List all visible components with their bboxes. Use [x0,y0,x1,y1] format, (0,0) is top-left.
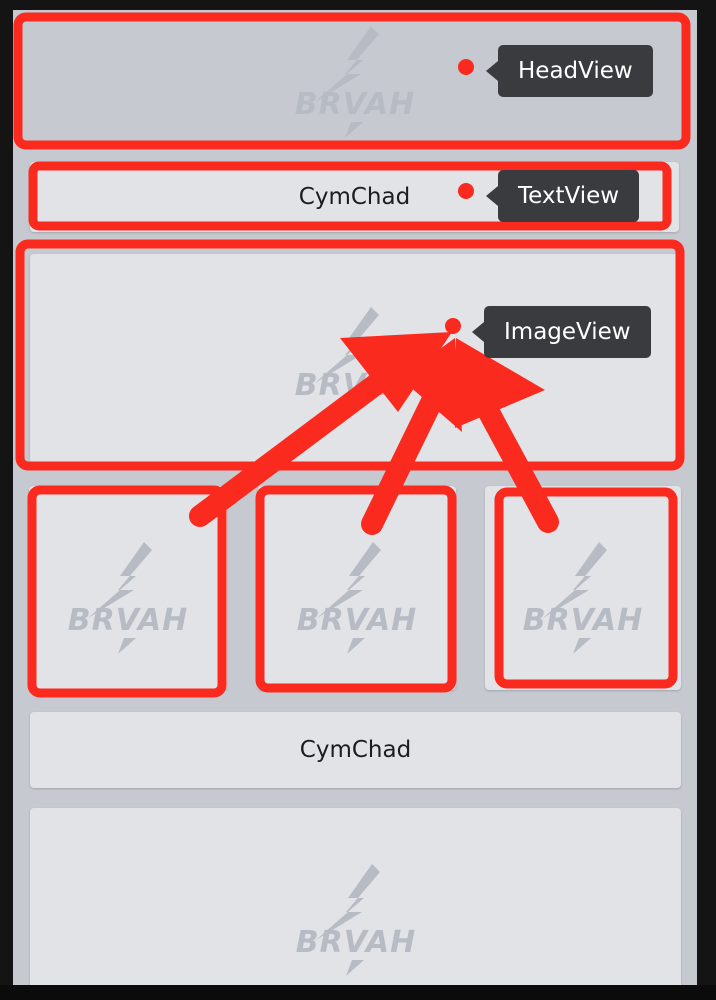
brvah-logo-text: BRVAH [295,925,415,960]
brvah-logo-text: BRVAH [68,603,188,638]
brvah-logo-text: BRVAH [295,87,415,122]
grid-image-item[interactable]: BRVAH [258,486,456,690]
grid-image-item[interactable]: BRVAH [485,486,681,690]
phone-screen: BRVAH CymChad BRVAH BRVAH BRVAH BRVAH Cy… [13,10,697,985]
text-view-label: CymChad [299,737,412,763]
brvah-logo-icon: BRVAH [523,542,642,655]
image-view-item[interactable]: BRVAH [30,254,679,464]
brvah-logo-icon: BRVAH [294,307,414,420]
grid-image-item[interactable]: BRVAH [29,486,227,690]
bottom-bar [0,985,716,1000]
brvah-logo-icon: BRVAH [297,542,416,655]
brvah-logo-icon: BRVAH [68,542,187,655]
brvah-logo-icon: BRVAH [295,864,415,976]
text-view-item[interactable]: CymChad [30,712,681,788]
brvah-logo-text: BRVAH [523,603,643,638]
brvah-logo-text: BRVAH [297,603,417,638]
image-view-label-tooltip: ImageView [472,306,651,358]
text-view-label-tooltip: TextView [486,170,640,222]
head-view-label-tooltip: HeadView [486,45,653,97]
image-view-item[interactable]: BRVAH [30,808,681,985]
brvah-logo-text: BRVAH [294,368,414,403]
brvah-logo-icon: BRVAH [295,26,414,138]
